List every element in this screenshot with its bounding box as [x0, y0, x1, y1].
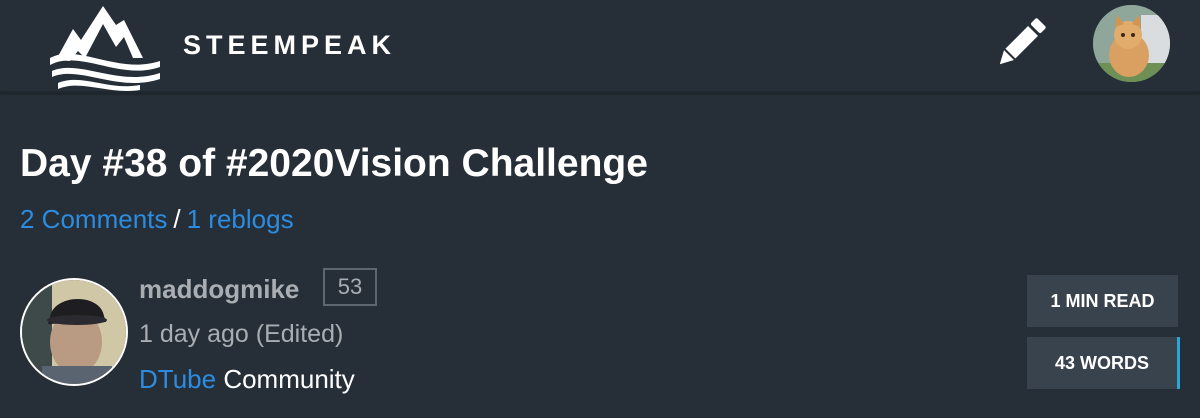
community-link[interactable]: DTube	[139, 364, 216, 394]
post-timestamp: 1 day ago (Edited)	[139, 320, 344, 348]
post-stats: 2 Comments/1 reblogs	[20, 200, 294, 238]
post-title: Day #38 of #2020Vision Challenge	[20, 142, 648, 185]
read-time-badge: 1 MIN READ	[1027, 275, 1178, 327]
author-avatar-icon	[22, 280, 126, 384]
reputation-badge: 53	[323, 268, 377, 306]
kitten-avatar-icon	[1093, 5, 1170, 82]
word-count-badge: 43 WORDS	[1027, 337, 1180, 389]
user-menu-avatar[interactable]	[1093, 5, 1170, 82]
stats-separator: /	[173, 204, 181, 234]
author-name[interactable]: maddogmike	[139, 270, 299, 308]
top-navigation-bar: STEEMPEAK	[0, 0, 1200, 93]
community-label: Community	[223, 364, 355, 394]
brand-wordmark[interactable]: STEEMPEAK	[183, 27, 396, 63]
comments-link[interactable]: 2 Comments	[20, 204, 167, 234]
author-avatar[interactable]	[20, 278, 128, 386]
reblogs-link[interactable]: 1 reblogs	[187, 204, 294, 234]
mountain-logo-icon[interactable]	[48, 3, 162, 91]
pencil-icon	[999, 18, 1046, 65]
edit-post-button[interactable]	[990, 12, 1052, 74]
post-page: STEEMPEAK Day #38 of #2020Vision Challen…	[0, 0, 1200, 418]
community-line: DTube Community	[139, 360, 355, 398]
